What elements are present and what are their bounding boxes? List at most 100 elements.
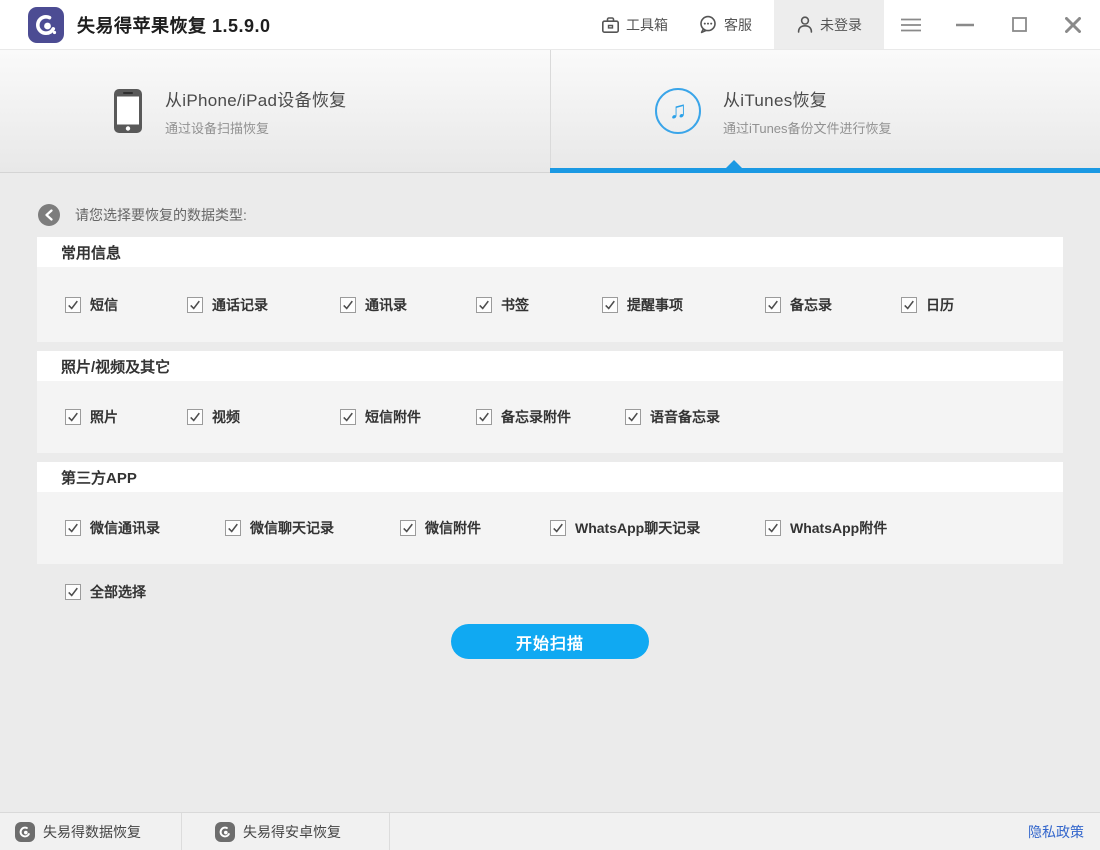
checkbox-label: 通讯录 — [365, 296, 407, 313]
checkbox-label: 短信 — [90, 296, 118, 313]
section-title: 照片/视频及其它 — [37, 351, 1063, 381]
checkbox-row: 照片 视频 短信附件 备忘录附件 语音备忘录 — [37, 381, 1063, 453]
active-tab-underline — [550, 168, 1100, 173]
footer: 失易得数据恢复 失易得安卓恢复 隐私政策 — [0, 812, 1100, 850]
start-scan-button[interactable]: 开始扫描 — [451, 624, 649, 659]
footer-link-label: 失易得数据恢复 — [43, 823, 141, 840]
titlebar: 失易得苹果恢复 1.5.9.0 工具箱 客服 未登录 — [0, 0, 1100, 50]
maximize-icon — [1011, 17, 1027, 32]
checkbox-sms[interactable]: 短信 — [65, 295, 187, 315]
login-button[interactable]: 未登录 — [774, 0, 884, 49]
footer-link-android-recovery[interactable]: 失易得安卓恢复 — [182, 813, 390, 850]
checkbox-contacts[interactable]: 通讯录 — [340, 295, 476, 315]
section-title: 第三方APP — [37, 462, 1063, 492]
toolbox-icon — [601, 16, 619, 33]
footer-link-data-recovery[interactable]: 失易得数据恢复 — [0, 813, 182, 850]
customer-service-button[interactable]: 客服 — [698, 15, 752, 35]
checkbox-label: 微信聊天记录 — [250, 520, 334, 536]
music-note-glyph: ♫ — [669, 97, 687, 124]
checkbox-label: 日历 — [926, 296, 954, 313]
checkbox-label: 通话记录 — [212, 296, 268, 313]
tab-device-title: 从iPhone/iPad设备恢复 — [165, 90, 347, 110]
checkbox-reminders[interactable]: 提醒事项 — [602, 295, 765, 315]
checkbox-voice-memos[interactable]: 语音备忘录 — [625, 407, 720, 427]
checkbox-label: WhatsApp聊天记录 — [575, 520, 701, 536]
checkbox-row: 短信 通话记录 通讯录 书签 提醒事项 备忘录 日历 — [37, 267, 1063, 342]
checkbox-checked-icon — [187, 296, 203, 313]
checkbox-label: 全部选择 — [90, 584, 146, 600]
tab-itunes-subtitle: 通过iTunes备份文件进行恢复 — [723, 120, 892, 136]
section-third-party-app: 第三方APP 微信通讯录 微信聊天记录 微信附件 WhatsApp聊天记录 Wh… — [37, 462, 1063, 564]
select-data-type-prompt: 请您选择要恢复的数据类型: — [75, 207, 247, 223]
section-common-info: 常用信息 短信 通话记录 通讯录 书签 提醒事项 备忘录 日历 — [37, 237, 1063, 342]
hamburger-menu-icon — [901, 18, 921, 31]
checkbox-checked-icon — [340, 409, 356, 425]
checkbox-checked-icon — [476, 409, 492, 425]
checkbox-calendar[interactable]: 日历 — [901, 295, 954, 315]
minimize-button[interactable] — [938, 0, 992, 49]
checkbox-checked-icon — [65, 584, 81, 600]
checkbox-whatsapp-attachments[interactable]: WhatsApp附件 — [765, 518, 887, 538]
checkbox-photos[interactable]: 照片 — [65, 407, 187, 427]
close-button[interactable] — [1046, 0, 1100, 49]
checkbox-notes[interactable]: 备忘录 — [765, 295, 901, 315]
close-icon — [1065, 16, 1081, 33]
checkbox-select-all[interactable]: 全部选择 — [65, 582, 1100, 602]
checkbox-checked-icon — [225, 520, 241, 536]
menu-button[interactable] — [884, 0, 938, 49]
checkbox-checked-icon — [340, 296, 356, 313]
tab-recover-from-itunes[interactable]: ♫ 从iTunes恢复 通过iTunes备份文件进行恢复 — [550, 50, 1100, 172]
iphone-icon — [114, 89, 142, 133]
active-tab-caret — [726, 160, 742, 168]
chevron-left-icon — [45, 209, 53, 221]
checkbox-whatsapp-chats[interactable]: WhatsApp聊天记录 — [550, 518, 765, 538]
checkbox-notes-attachments[interactable]: 备忘录附件 — [476, 407, 625, 427]
checkbox-sms-attachments[interactable]: 短信附件 — [340, 407, 476, 427]
checkbox-label: 语音备忘录 — [650, 409, 720, 425]
data-recovery-logo-icon — [15, 821, 35, 842]
minimize-icon — [956, 23, 974, 26]
footer-link-label: 失易得安卓恢复 — [243, 823, 341, 840]
privacy-policy-link[interactable]: 隐私政策 — [1028, 822, 1084, 842]
section-title: 常用信息 — [37, 237, 1063, 267]
checkbox-checked-icon — [625, 409, 641, 425]
checkbox-label: 微信附件 — [425, 520, 481, 536]
checkbox-call-history[interactable]: 通话记录 — [187, 295, 340, 315]
checkbox-label: 短信附件 — [365, 409, 421, 425]
checkbox-label: 提醒事项 — [627, 296, 683, 313]
back-button[interactable] — [38, 204, 60, 226]
checkbox-checked-icon — [476, 296, 492, 313]
checkbox-checked-icon — [602, 296, 618, 313]
checkbox-checked-icon — [901, 296, 917, 313]
recovery-mode-tabbar: 从iPhone/iPad设备恢复 通过设备扫描恢复 ♫ 从iTunes恢复 通过… — [0, 50, 1100, 173]
checkbox-wechat-chats[interactable]: 微信聊天记录 — [225, 518, 400, 538]
checkbox-checked-icon — [187, 409, 203, 425]
main-content: 请您选择要恢复的数据类型: 常用信息 短信 通话记录 通讯录 书签 提醒事项 备… — [0, 203, 1100, 659]
checkbox-label: WhatsApp附件 — [790, 520, 888, 536]
toolbox-label: 工具箱 — [626, 16, 668, 33]
customer-service-label: 客服 — [724, 16, 752, 33]
checkbox-bookmarks[interactable]: 书签 — [476, 295, 602, 315]
checkbox-checked-icon — [65, 409, 81, 425]
checkbox-label: 书签 — [501, 296, 529, 313]
app-title: 失易得苹果恢复 1.5.9.0 — [77, 15, 271, 36]
app-logo-icon — [28, 6, 64, 43]
checkbox-checked-icon — [765, 296, 781, 313]
tab-itunes-title: 从iTunes恢复 — [723, 90, 828, 110]
checkbox-checked-icon — [65, 296, 81, 313]
login-label: 未登录 — [820, 16, 862, 33]
checkbox-checked-icon — [400, 520, 416, 536]
toolbox-button[interactable]: 工具箱 — [601, 15, 668, 35]
checkbox-wechat-contacts[interactable]: 微信通讯录 — [65, 518, 225, 538]
user-icon — [797, 16, 813, 33]
checkbox-row: 微信通讯录 微信聊天记录 微信附件 WhatsApp聊天记录 WhatsApp附… — [37, 492, 1063, 564]
itunes-music-note-icon: ♫ — [655, 88, 701, 134]
checkbox-label: 备忘录 — [790, 296, 832, 313]
tab-device-subtitle: 通过设备扫描恢复 — [165, 120, 270, 136]
maximize-button[interactable] — [992, 0, 1046, 49]
checkbox-label: 微信通讯录 — [90, 520, 160, 536]
tab-recover-from-device[interactable]: 从iPhone/iPad设备恢复 通过设备扫描恢复 — [0, 50, 550, 172]
checkbox-label: 备忘录附件 — [501, 409, 571, 425]
checkbox-wechat-attachments[interactable]: 微信附件 — [400, 518, 550, 538]
checkbox-videos[interactable]: 视频 — [187, 407, 340, 427]
